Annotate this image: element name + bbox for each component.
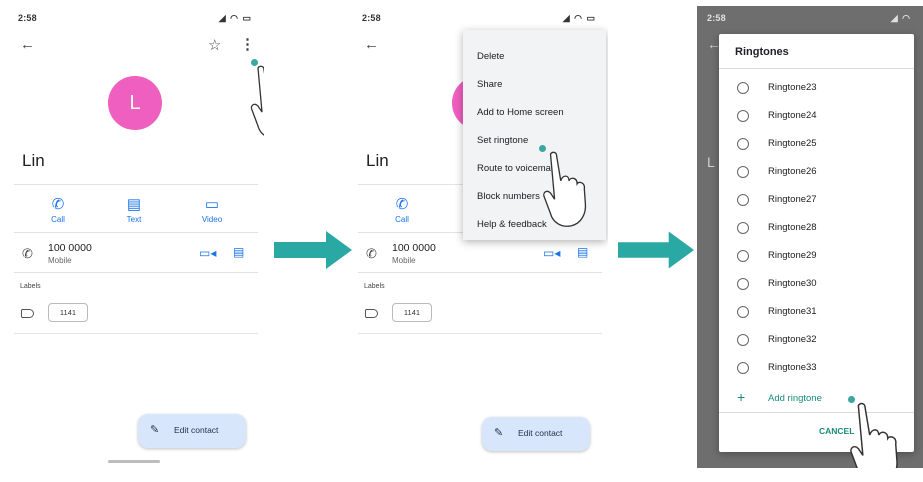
- status-icons: ◢ ◠: [890, 13, 911, 23]
- phone-icon: ✆: [51, 196, 65, 213]
- step-arrow-icon: [618, 231, 695, 269]
- ringtone-label: Ringtone32: [768, 334, 817, 345]
- nav-handle: [108, 460, 160, 463]
- contact-screen: 2:58 ◢ ◠ ▭ ← ☆ ⋮ L Lin ✆ Call ▤ Text ▭ V…: [8, 6, 264, 468]
- contact-menu-screen: 2:58 ◢ ◠ ▭ ← Lin ✆ Call ✆ 100 0000 Mobil…: [352, 6, 608, 468]
- status-icons: ◢ ◠ ▭: [562, 13, 596, 23]
- label-chip[interactable]: 1141: [392, 303, 432, 322]
- call-label: Call: [51, 215, 65, 224]
- radio-button[interactable]: [737, 334, 749, 346]
- phone-number[interactable]: 100 0000: [392, 242, 436, 254]
- divider: [358, 333, 602, 334]
- status-bar: 2:58 ◢ ◠ ▭: [8, 6, 264, 28]
- radio-button[interactable]: [737, 278, 749, 290]
- status-bar: 2:58 ◢ ◠: [697, 6, 923, 28]
- status-time: 2:58: [18, 13, 37, 23]
- radio-button[interactable]: [737, 138, 749, 150]
- phone-icon: ✆: [22, 246, 33, 261]
- label-chip[interactable]: 1141: [48, 303, 88, 322]
- contact-name: Lin: [366, 151, 389, 170]
- video-call-icon[interactable]: ▭◂: [199, 246, 216, 260]
- video-label: Video: [201, 215, 223, 224]
- ringtone-screen: 2:58 ◢ ◠ ← L Ringtones Ringtone23 Ringto…: [697, 6, 923, 468]
- ringtones-dialog: Ringtones Ringtone23 Ringtone24 Ringtone…: [719, 34, 914, 452]
- radio-button[interactable]: [737, 306, 749, 318]
- status-icons: ◢ ◠ ▭: [218, 13, 252, 23]
- labels-heading: Labels: [364, 283, 385, 290]
- pencil-icon: ✎: [494, 427, 504, 439]
- edit-contact-button[interactable]: ✎ Edit contact: [138, 414, 246, 448]
- status-time: 2:58: [362, 13, 381, 23]
- labels-heading: Labels: [20, 283, 41, 290]
- message-icon[interactable]: ▤: [233, 245, 244, 259]
- radio-button[interactable]: [737, 362, 749, 374]
- status-time: 2:58: [707, 13, 726, 23]
- label-icon: [365, 309, 378, 318]
- back-arrow-icon[interactable]: ←: [364, 36, 379, 53]
- radio-button[interactable]: [737, 110, 749, 122]
- divider: [358, 272, 602, 273]
- edit-contact-label: Edit contact: [174, 425, 219, 435]
- divider: [14, 232, 258, 233]
- radio-button[interactable]: [737, 166, 749, 178]
- ringtone-label: Ringtone25: [768, 138, 817, 149]
- text-button[interactable]: ▤ Text: [109, 196, 159, 224]
- menu-item-block-numbers[interactable]: Block numbers: [477, 191, 540, 202]
- star-icon[interactable]: ☆: [208, 36, 221, 54]
- divider: [719, 68, 914, 69]
- call-button[interactable]: ✆ Call: [33, 196, 83, 224]
- video-button[interactable]: ▭ Video: [187, 196, 237, 224]
- plus-icon: +: [737, 389, 746, 405]
- ringtone-label: Ringtone33: [768, 362, 817, 373]
- message-icon: ▤: [126, 196, 142, 213]
- menu-item-add-to-home[interactable]: Add to Home screen: [477, 107, 564, 118]
- radio-button[interactable]: [737, 82, 749, 94]
- ringtone-label: Ringtone26: [768, 166, 817, 177]
- avatar: L: [108, 76, 162, 130]
- menu-item-help-feedback[interactable]: Help & feedback: [477, 219, 547, 230]
- divider: [14, 333, 258, 334]
- step-arrow-icon: [274, 231, 352, 269]
- edit-contact-label: Edit contact: [518, 428, 563, 438]
- back-arrow-icon[interactable]: ←: [20, 36, 35, 53]
- ringtone-label: Ringtone29: [768, 250, 817, 261]
- hand-pointer-icon: [850, 402, 898, 468]
- add-ringtone-label: Add ringtone: [768, 393, 822, 404]
- radio-button[interactable]: [737, 222, 749, 234]
- contact-name-peek: L: [707, 154, 715, 170]
- radio-button[interactable]: [737, 194, 749, 206]
- phone-icon: ✆: [395, 196, 409, 213]
- contact-name: Lin: [22, 151, 45, 170]
- ringtone-label: Ringtone23: [768, 82, 817, 93]
- phone-type: Mobile: [48, 256, 72, 265]
- hand-pointer-icon: [250, 65, 264, 136]
- menu-item-set-ringtone[interactable]: Set ringtone: [477, 135, 528, 146]
- more-options-icon[interactable]: ⋮: [240, 35, 255, 53]
- hand-pointer-icon: [543, 151, 587, 227]
- text-label: Text: [126, 215, 142, 224]
- message-icon[interactable]: ▤: [577, 245, 588, 259]
- ringtone-label: Ringtone24: [768, 110, 817, 121]
- video-call-icon[interactable]: ▭◂: [543, 246, 560, 260]
- ringtone-label: Ringtone31: [768, 306, 817, 317]
- ringtone-label: Ringtone28: [768, 222, 817, 233]
- label-icon: [21, 309, 34, 318]
- phone-number[interactable]: 100 0000: [48, 242, 92, 254]
- phone-icon: ✆: [366, 246, 377, 261]
- menu-item-share[interactable]: Share: [477, 79, 502, 90]
- ringtone-label: Ringtone30: [768, 278, 817, 289]
- menu-item-delete[interactable]: Delete: [477, 51, 504, 62]
- ringtone-label: Ringtone27: [768, 194, 817, 205]
- edit-contact-button[interactable]: ✎ Edit contact: [482, 417, 590, 451]
- pencil-icon: ✎: [150, 424, 160, 436]
- status-bar: 2:58 ◢ ◠ ▭: [352, 6, 608, 28]
- call-button[interactable]: ✆ Call: [377, 196, 427, 224]
- divider: [14, 272, 258, 273]
- dialog-title: Ringtones: [735, 46, 789, 58]
- radio-button[interactable]: [737, 250, 749, 262]
- video-icon: ▭: [204, 196, 220, 213]
- divider: [14, 184, 258, 185]
- call-label: Call: [395, 215, 409, 224]
- phone-type: Mobile: [392, 256, 416, 265]
